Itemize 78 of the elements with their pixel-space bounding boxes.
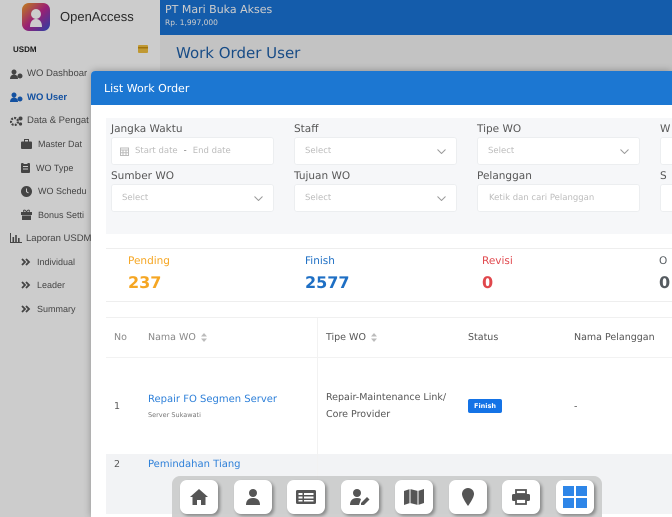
filter-label: Tujuan WO: [294, 170, 352, 182]
search-field[interactable]: Ketik dan cari Pelanggan: [477, 184, 640, 212]
dock-button[interactable]: [556, 480, 594, 514]
briefcase-icon: [21, 139, 32, 150]
sidebar-item[interactable]: WO Dashboar: [10, 62, 88, 86]
double-chevron-icon: [21, 258, 31, 266]
filter-label: Tipe WO: [477, 123, 522, 135]
stat-label: Revisi: [482, 255, 514, 267]
map-pin-icon: [462, 488, 474, 506]
stat-label: Pending: [128, 255, 171, 267]
chevron-down-icon: [254, 196, 263, 200]
chevron-down-icon: [437, 148, 446, 154]
stat-value: 237: [128, 273, 162, 292]
app-name: OpenAccess: [60, 9, 134, 24]
filter-label: Pelanggan: [477, 170, 533, 182]
sidebar-item[interactable]: WO User: [10, 86, 68, 109]
column-header: Status: [468, 332, 498, 343]
double-chevron-icon: [21, 281, 31, 290]
map-icon: [404, 489, 424, 505]
app-logo: [22, 2, 50, 30]
users-icon: [10, 92, 23, 102]
dock-button[interactable]: [180, 480, 218, 514]
date-range-field[interactable]: Start date - End date: [111, 137, 274, 165]
gift-icon: [21, 209, 32, 220]
section-title: USDM: [13, 44, 37, 54]
sidebar-item[interactable]: Data & Pengat: [10, 109, 89, 132]
dock-button[interactable]: [448, 480, 487, 514]
sidebar-subitem[interactable]: Master Dat: [21, 132, 82, 156]
work-order-link[interactable]: Pemindahan Tiang: [148, 459, 241, 470]
list-icon: [296, 490, 316, 504]
dock-button[interactable]: [341, 480, 380, 514]
sidebar-subitem[interactable]: Individual: [21, 250, 76, 274]
calendar-icon: [120, 146, 129, 156]
dock-button[interactable]: [287, 480, 326, 514]
column-header: Nama Pelanggan: [574, 332, 655, 343]
column-header[interactable]: Nama WO: [148, 332, 196, 343]
dock-button[interactable]: [502, 480, 540, 514]
gears-icon: [10, 116, 23, 126]
work-order-link[interactable]: Repair FO Segmen Server: [148, 394, 278, 404]
user-edit-icon: [350, 489, 370, 505]
filter-label: S: [660, 170, 668, 182]
sidebar-item[interactable]: Laporan USDM: [10, 226, 92, 250]
stat-value: 0: [482, 273, 494, 292]
chevron-down-icon: [620, 148, 629, 154]
dock-button[interactable]: [394, 480, 433, 514]
sidebar-subitem[interactable]: WO Schedu: [21, 180, 87, 203]
filter-label: Sumber WO: [111, 170, 175, 182]
chevron-down-icon: [437, 196, 446, 200]
sidebar-subitem[interactable]: WO Type: [21, 156, 74, 180]
double-chevron-icon: [21, 304, 31, 313]
stat-value: 2577: [305, 273, 351, 292]
modal-title: List Work Order: [104, 82, 190, 94]
page-title: Work Order User: [176, 44, 302, 62]
sidebar-subitem[interactable]: Leader: [21, 274, 66, 297]
column-header[interactable]: Tipe WO: [326, 332, 366, 343]
printer-icon: [512, 489, 530, 505]
company-name: PT Mari Buka Akses: [165, 3, 274, 16]
filter-label: Staff: [294, 123, 320, 135]
stat-label: O: [659, 255, 668, 267]
table-cell-text: 2: [114, 459, 122, 470]
stat-label: Finish: [305, 255, 336, 267]
column-header: No: [114, 332, 127, 343]
table-cell-text: -: [574, 400, 578, 412]
sidebar-subitem[interactable]: Bonus Setti: [21, 203, 84, 226]
users-icon: [10, 68, 23, 79]
user-icon: [246, 489, 260, 505]
filter-label: W: [660, 123, 672, 135]
table-cell-text: 1: [114, 400, 122, 412]
sidebar-subitem[interactable]: Summary: [21, 297, 76, 320]
grid-icon: [562, 486, 587, 508]
clipboard-icon: [21, 162, 30, 174]
table-cell-text: Repair-Maintenance Link/ Core Provider: [326, 391, 448, 422]
stat-value: 0: [659, 273, 672, 292]
filter-label: Jangka Waktu: [111, 123, 184, 135]
home-icon: [190, 489, 208, 505]
bar-chart-icon: [10, 233, 22, 244]
clock-icon: [21, 186, 32, 197]
dock-button[interactable]: [234, 480, 272, 514]
